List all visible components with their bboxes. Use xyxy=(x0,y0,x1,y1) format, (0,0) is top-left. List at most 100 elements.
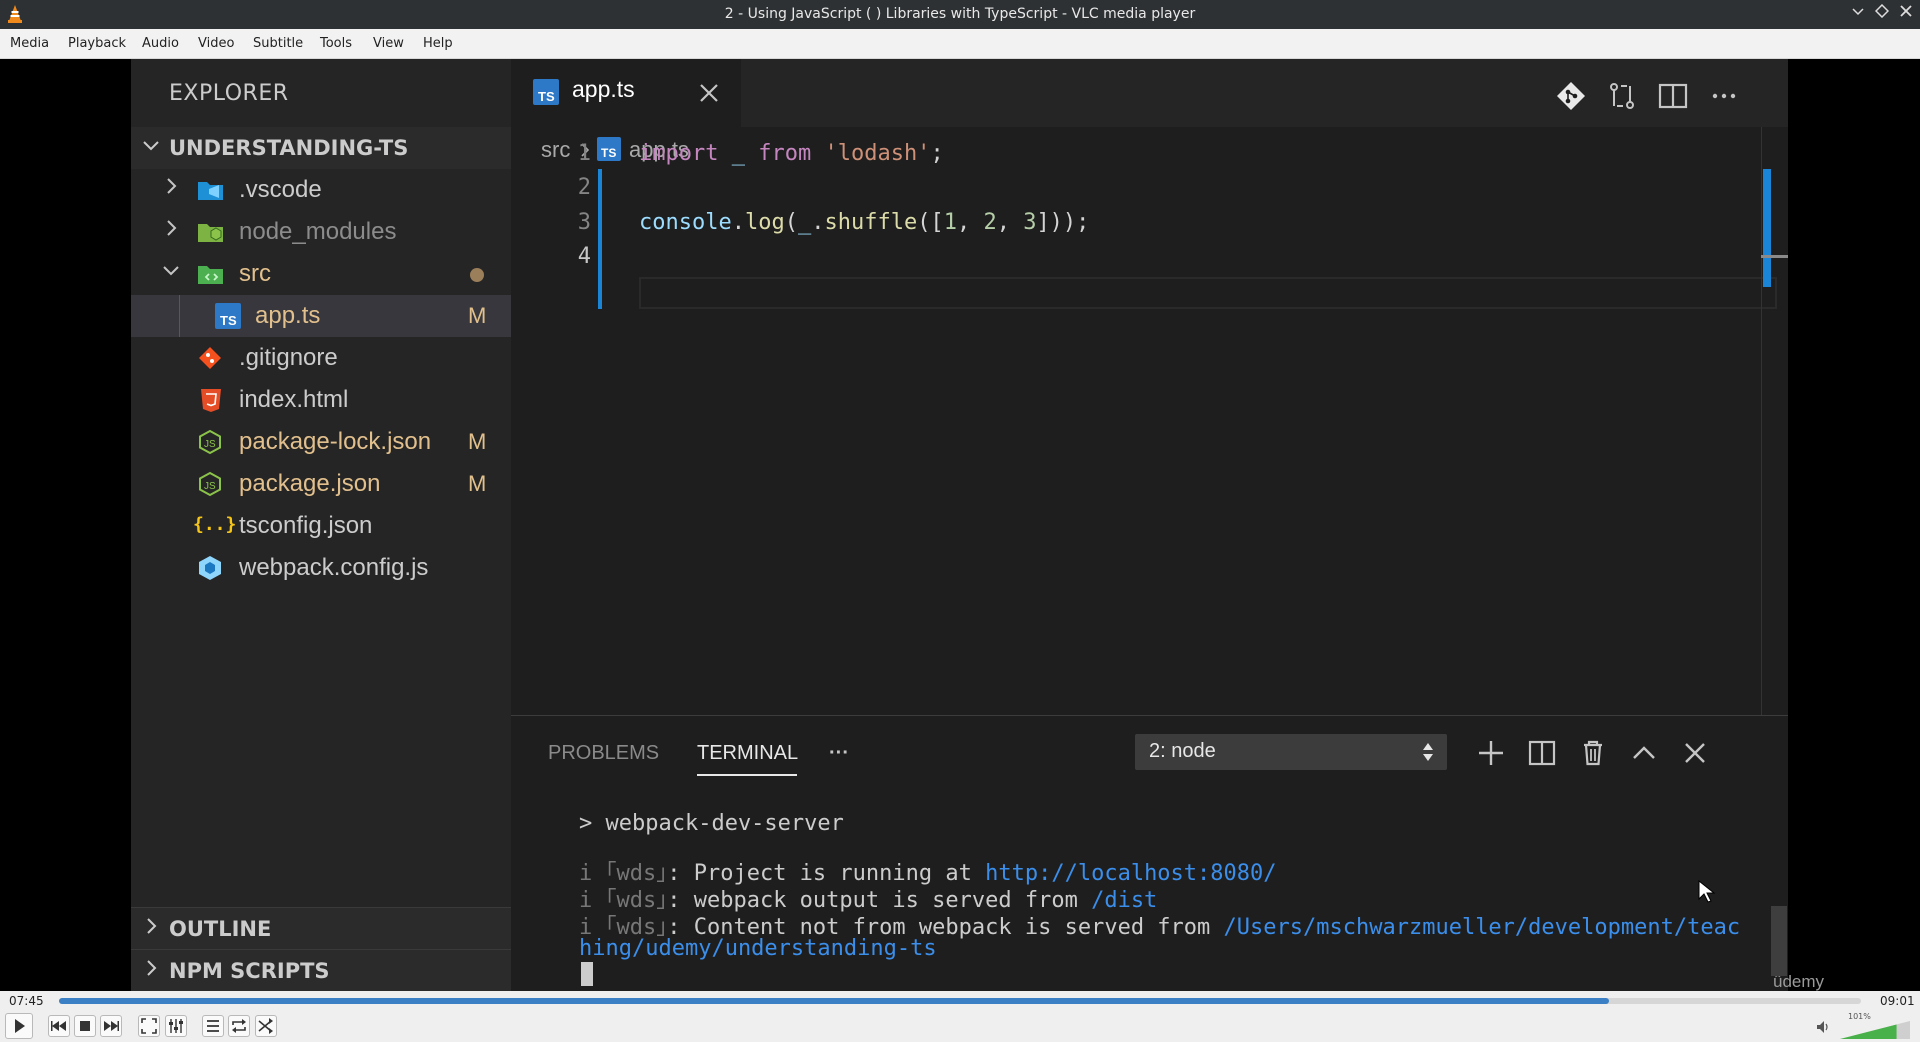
menu-tools[interactable]: Tools xyxy=(320,29,352,58)
more-actions-icon[interactable] xyxy=(1707,79,1741,113)
menu-video[interactable]: Video xyxy=(198,29,234,58)
git-icon xyxy=(197,345,223,371)
outline-section[interactable]: OUTLINE xyxy=(131,907,511,950)
tree-item-label: package.json xyxy=(239,470,381,497)
previous-button[interactable] xyxy=(48,1015,70,1037)
line-number: 1 xyxy=(577,141,591,166)
terminal-link[interactable]: /Users/mschwarzmueller/development/teac xyxy=(1224,915,1741,940)
terminal-link[interactable]: hing/udemy/understanding-ts xyxy=(579,936,937,961)
stop-button[interactable] xyxy=(74,1015,96,1037)
total-time: 09:01 xyxy=(1880,994,1915,1008)
tree-file-webpack-config[interactable]: webpack.config.js xyxy=(131,547,511,589)
video-area[interactable]: EXPLORER UNDERSTANDING-TS .vscode node_m… xyxy=(0,59,1920,991)
editor-tab-bar: TS app.ts xyxy=(511,59,1788,127)
terminal-command: > webpack-dev-server xyxy=(579,811,844,836)
tree-file-gitignore[interactable]: .gitignore xyxy=(131,337,511,379)
menu-subtitle[interactable]: Subtitle xyxy=(253,29,303,58)
extended-settings-button[interactable] xyxy=(165,1015,187,1037)
next-button[interactable] xyxy=(100,1015,122,1037)
tree-folder-src[interactable]: src xyxy=(131,253,511,295)
menu-playback[interactable]: Playback xyxy=(68,29,126,58)
code-token: , xyxy=(956,210,984,235)
seek-slider[interactable] xyxy=(59,998,1861,1004)
menu-help[interactable]: Help xyxy=(423,29,453,58)
player-controls: 101% xyxy=(0,1011,1920,1042)
svg-text:TS: TS xyxy=(601,146,616,160)
volume-slider[interactable] xyxy=(1840,1021,1910,1039)
line-number: 3 xyxy=(577,210,591,235)
fullscreen-button[interactable] xyxy=(138,1015,160,1037)
code-token: ; xyxy=(930,141,944,166)
tree-item-label: .vscode xyxy=(239,176,322,203)
tree-item-label: .gitignore xyxy=(239,344,338,371)
tree-file-package-json[interactable]: JS package.json M xyxy=(131,463,511,505)
overview-ruler-cursor xyxy=(1761,255,1788,258)
tab-problems[interactable]: PROBLEMS xyxy=(548,742,659,765)
maximize-panel-icon[interactable] xyxy=(1627,736,1661,770)
split-editor-icon[interactable] xyxy=(1656,79,1690,113)
mouse-pointer-icon xyxy=(1697,879,1717,903)
code-line-1[interactable]: import _ from 'lodash'; xyxy=(639,141,944,166)
tree-item-label: app.ts xyxy=(255,302,321,329)
tree-file-index-html[interactable]: index.html xyxy=(131,379,511,421)
vscode-window: EXPLORER UNDERSTANDING-TS .vscode node_m… xyxy=(131,59,1824,991)
speaker-icon[interactable] xyxy=(1815,1019,1831,1035)
nodejs-icon: JS xyxy=(197,429,223,455)
terminal-select[interactable]: 2: node xyxy=(1135,734,1447,770)
minimize-button[interactable] xyxy=(1848,4,1868,24)
close-window-button[interactable] xyxy=(1896,4,1916,24)
tab-app-ts[interactable]: TS app.ts xyxy=(511,59,741,127)
terminal-cursor xyxy=(581,962,593,986)
menu-bar: Media Playback Audio Video Subtitle Tool… xyxy=(0,29,1920,59)
timeline-bar: 07:45 09:01 xyxy=(0,991,1920,1011)
minimap-divider xyxy=(1761,127,1762,715)
tree-folder-vscode[interactable]: .vscode xyxy=(131,169,511,211)
shuffle-button[interactable] xyxy=(255,1015,277,1037)
project-name: UNDERSTANDING-TS xyxy=(169,136,409,160)
loop-button[interactable] xyxy=(228,1015,250,1037)
menu-audio[interactable]: Audio xyxy=(142,29,179,58)
close-panel-icon[interactable] xyxy=(1678,736,1712,770)
indent-guide xyxy=(179,295,180,337)
more-tabs-icon[interactable]: ··· xyxy=(829,742,849,765)
maximize-button[interactable] xyxy=(1872,3,1892,24)
volume-level xyxy=(1840,1024,1897,1039)
code-line-3[interactable]: console.log(_.shuffle([1, 2, 3])); xyxy=(639,210,1089,235)
webpack-cube-icon xyxy=(197,555,223,581)
tab-label: app.ts xyxy=(572,76,635,102)
volume-percent: 101% xyxy=(1848,1012,1871,1021)
terminal-scrollbar[interactable] xyxy=(1771,906,1787,976)
typescript-file-icon: TS xyxy=(533,79,559,105)
code-token: , xyxy=(996,210,1024,235)
tree-file-package-lock[interactable]: JS package-lock.json M xyxy=(131,421,511,463)
tree-file-tsconfig[interactable]: {..} tsconfig.json xyxy=(131,505,511,547)
git-modified-badge: M xyxy=(468,471,487,496)
tree-item-label: node_modules xyxy=(239,218,397,245)
title-bar: 2 - Using JavaScript ( ) Libraries with … xyxy=(0,0,1920,29)
close-tab-icon[interactable] xyxy=(697,81,721,105)
new-terminal-icon[interactable] xyxy=(1474,736,1508,770)
code-token: _ xyxy=(797,210,812,235)
npm-scripts-section[interactable]: NPM SCRIPTS xyxy=(131,949,511,991)
svg-text:TS: TS xyxy=(220,313,237,328)
svg-text:JS: JS xyxy=(204,439,216,450)
minimap-slider[interactable] xyxy=(1763,169,1771,287)
code-token: log xyxy=(744,210,785,235)
git-lens-icon[interactable] xyxy=(1554,79,1588,113)
src-folder-icon xyxy=(197,261,223,287)
code-token: ( xyxy=(784,210,798,235)
chevron-down-icon xyxy=(161,259,181,287)
menu-media[interactable]: Media xyxy=(10,29,49,58)
menu-view[interactable]: View xyxy=(373,29,404,58)
split-terminal-icon[interactable] xyxy=(1525,736,1559,770)
compare-changes-icon[interactable] xyxy=(1605,79,1639,113)
typescript-file-icon: TS xyxy=(597,137,621,161)
tree-item-label: index.html xyxy=(239,386,349,413)
playlist-button[interactable] xyxy=(202,1015,224,1037)
code-token: ])); xyxy=(1036,210,1090,235)
trash-icon[interactable] xyxy=(1576,736,1610,770)
tab-terminal[interactable]: TERMINAL xyxy=(697,742,798,765)
play-button[interactable] xyxy=(5,1013,33,1039)
tree-folder-node-modules[interactable]: node_modules xyxy=(131,211,511,253)
tree-file-app-ts[interactable]: TS app.ts M xyxy=(131,295,511,337)
